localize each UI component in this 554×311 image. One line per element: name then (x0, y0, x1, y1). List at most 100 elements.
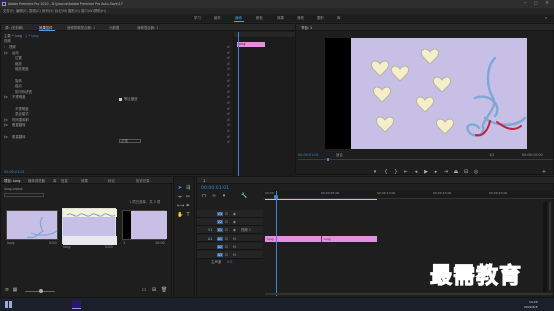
vertical-scrollbar[interactable] (549, 202, 551, 290)
workspace-assembly[interactable]: 组件 (214, 16, 221, 20)
expand-triangle-icon[interactable]: › (7, 118, 8, 122)
track-name[interactable]: V2 (217, 220, 223, 225)
clip-lung-1[interactable]: lung (265, 236, 321, 242)
menu-markers[interactable]: 标记(M) (55, 9, 67, 13)
icon-view-icon[interactable]: ▦ (12, 287, 18, 293)
lift-icon[interactable]: ⏏ (453, 169, 459, 175)
list-view-icon[interactable]: ≡ (4, 287, 10, 293)
expand-triangle-icon[interactable]: › (7, 95, 8, 99)
mini-playhead[interactable] (238, 32, 239, 176)
program-monitor-title[interactable]: 节目: 1 (301, 26, 312, 30)
equal-scale-checkbox[interactable] (119, 98, 122, 101)
workspace-effects[interactable]: 效果 (277, 16, 284, 20)
quality-dropdown[interactable]: 1/2 (489, 153, 494, 157)
tab-audio-clip-mixer[interactable]: 音频剪辑混合器: 1 (67, 26, 95, 30)
track-name[interactable]: V1 (217, 228, 223, 233)
new-bin-icon[interactable]: ▭ (141, 287, 147, 293)
menu-graphics[interactable]: 图形(G) (68, 9, 80, 13)
mark-in-icon[interactable]: { (383, 169, 389, 175)
track-lock-icon[interactable]: ⊡ (225, 212, 228, 216)
workspace-color[interactable]: 颜色 (256, 16, 263, 20)
expand-triangle-icon[interactable]: › (7, 51, 8, 55)
tab-effects[interactable]: 效果 (81, 179, 88, 183)
linked-selection-icon[interactable]: ∞ (211, 193, 217, 199)
ripple-edit-tool-icon[interactable]: ⟛ (177, 194, 183, 200)
go-to-out-icon[interactable]: ⇥ (443, 169, 449, 175)
mute-icon[interactable]: M (233, 245, 236, 249)
timeline-timecode[interactable]: 00:00:01:01 (201, 186, 229, 191)
add-button-icon[interactable]: + (541, 169, 547, 175)
reset-parameter-icon[interactable]: ↺ (227, 62, 230, 66)
menu-file[interactable]: 文件(F) (3, 9, 14, 13)
slip-tool-icon[interactable]: ⟷ (177, 203, 184, 209)
track-name[interactable]: A2 (217, 244, 223, 249)
razor-tool-icon[interactable]: ✂ (185, 194, 191, 200)
eye-icon[interactable]: ◉ (233, 220, 236, 224)
fx-toggle-icon[interactable]: ƒx (4, 95, 7, 99)
playhead-handle[interactable] (274, 195, 278, 199)
close-button[interactable]: × (545, 1, 549, 6)
mute-icon[interactable]: M (233, 253, 236, 257)
project-item-1[interactable] (6, 210, 58, 240)
tab-source[interactable]: 源: (无剪辑) (5, 26, 23, 30)
go-to-in-icon[interactable]: ⇤ (403, 169, 409, 175)
minimize-button[interactable]: – (524, 1, 527, 6)
tab-media-browser[interactable]: 媒体浏览器 (28, 179, 45, 183)
tab-libraries[interactable]: 库 (53, 179, 56, 183)
fit-dropdown[interactable]: 适合 (336, 153, 343, 157)
tab-history[interactable]: 历史记录 (136, 179, 150, 183)
search-icon[interactable]: ⌕ (545, 16, 547, 20)
project-item-2[interactable] (62, 208, 117, 245)
track-lock-icon[interactable]: ⊡ (225, 237, 228, 241)
reset-parameter-icon[interactable]: ↺ (227, 56, 230, 60)
expand-triangle-icon[interactable]: › (4, 45, 5, 49)
workspace-audio[interactable]: 音频 (297, 16, 304, 20)
program-timecode[interactable]: 00:00:01:01 (298, 153, 319, 157)
menu-help[interactable]: 帮助(H) (94, 9, 106, 13)
play-icon[interactable]: ▶ (423, 169, 429, 175)
selection-tool-icon[interactable]: ➤ (177, 185, 183, 191)
fx-toggle-icon[interactable]: ƒx (4, 118, 7, 122)
tab-markers[interactable]: 标记 (108, 179, 115, 183)
tab-project[interactable]: 项目: lung (4, 179, 20, 183)
windows-start-icon[interactable] (5, 301, 12, 308)
menu-edit[interactable]: 编辑(E) (16, 9, 28, 13)
wrench-icon[interactable]: 🔧 (241, 193, 247, 199)
timeline-ruler[interactable] (263, 191, 554, 199)
track-name[interactable]: A3 (217, 253, 223, 257)
work-area-bar[interactable] (265, 199, 377, 200)
reset-parameter-icon[interactable]: ↺ (227, 73, 230, 77)
mark-out-icon[interactable]: } (393, 169, 399, 175)
project-search-field[interactable] (4, 193, 44, 197)
source-patch[interactable]: A1 (208, 237, 212, 241)
source-patch[interactable]: V1 (208, 228, 212, 232)
fx-toggle-icon[interactable]: ƒx (4, 51, 7, 55)
reset-parameter-icon[interactable]: ↺ (227, 140, 230, 144)
new-item-icon[interactable]: ⊞ (151, 287, 157, 293)
project-item-3[interactable] (122, 210, 167, 240)
premiere-taskbar-icon[interactable] (72, 300, 81, 309)
tab-info[interactable]: 信息 (61, 179, 68, 183)
workspace-learn[interactable]: 学习 (194, 16, 201, 20)
reset-parameter-icon[interactable]: ↺ (227, 67, 230, 71)
type-tool-icon[interactable]: T (185, 212, 191, 218)
timeline-playhead[interactable] (276, 191, 277, 296)
reset-parameter-icon[interactable]: ↺ (227, 45, 230, 49)
add-marker-icon[interactable]: ▾ (372, 169, 378, 175)
reset-parameter-icon[interactable]: ↺ (227, 123, 230, 127)
track-lock-icon[interactable]: ⊡ (225, 228, 228, 232)
fx-toggle-icon[interactable]: ƒx (4, 123, 7, 127)
reset-parameter-icon[interactable]: ↺ (227, 107, 230, 111)
reset-parameter-icon[interactable]: ↺ (227, 112, 230, 116)
sequence-name[interactable]: 1 * lung (25, 34, 38, 38)
menu-clip[interactable]: 剪辑(C) (29, 9, 41, 13)
track-name[interactable]: A1 (217, 236, 223, 241)
menu-sequence[interactable]: 序列(S) (42, 9, 54, 13)
tab-audio-mixer[interactable]: 音频混合器: 1 (137, 26, 158, 30)
eye-icon[interactable]: ◉ (233, 212, 236, 216)
export-frame-icon[interactable]: ◎ (473, 169, 479, 175)
snap-icon[interactable]: ⊓ (201, 193, 207, 199)
track-lock-icon[interactable]: ⊡ (225, 253, 228, 257)
clip-lung-2[interactable]: lung (321, 236, 377, 242)
timeline-tab[interactable]: 1 (203, 179, 205, 183)
